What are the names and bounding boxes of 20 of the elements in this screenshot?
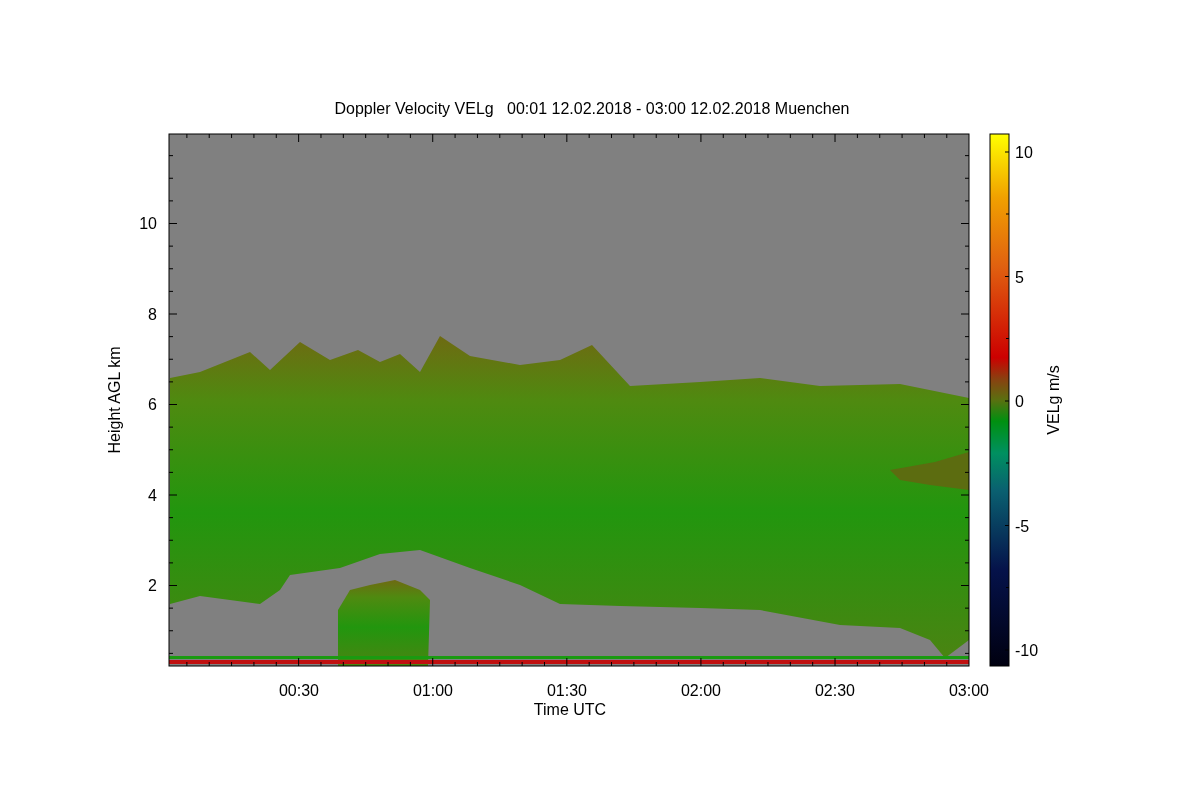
colorbar-tick-label: 5 [1015,268,1024,286]
colorbar-tick-label: -5 [1015,517,1030,535]
y-tick-label: 2 [148,577,157,594]
y-axis-label: Height AGL km [106,346,123,454]
y-tick-label: 6 [148,396,157,413]
x-tick-label: 01:30 [547,682,587,699]
x-tick-label: 01:00 [413,682,453,699]
colorbar-tick-label: -10 [1015,642,1039,659]
plot-title: Doppler Velocity VELg 00:01 12.02.2018 - 03:00 12.02.2018 Muenchen [334,100,850,117]
x-tick-label: 02:00 [681,682,721,699]
y-tick-label: 8 [148,305,157,323]
x-tick-label: 02:30 [815,682,855,699]
colorbar-tick-label: 10 [1015,144,1033,161]
colorbar-tick-label: 0 [1015,393,1024,410]
y-tick-label: 10 [139,215,157,232]
x-axis-label: Time UTC [533,701,607,718]
colorbar-label: VELg m/s [1045,365,1062,435]
y-tick-label: 4 [148,486,157,504]
x-tick-label: 00:30 [279,682,319,699]
x-tick-label: 03:00 [949,682,989,699]
